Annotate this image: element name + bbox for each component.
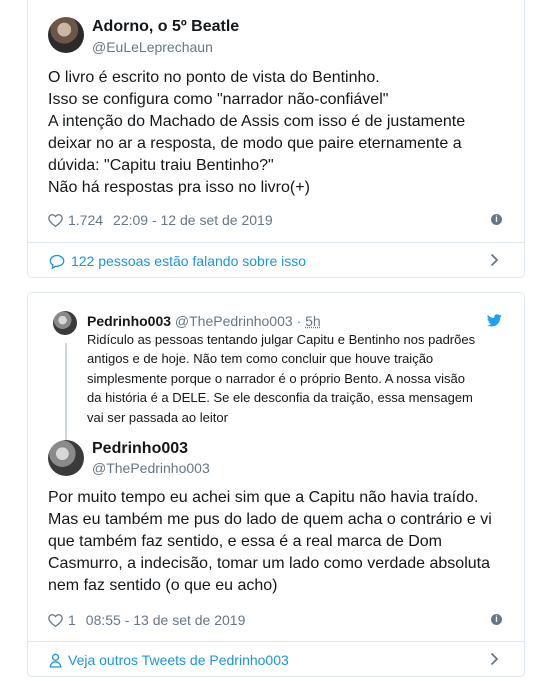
author-handle[interactable]: @EuLeLeprechaun xyxy=(92,39,213,55)
person-icon xyxy=(49,653,62,668)
quoted-author-handle[interactable]: @ThePedrinho003 xyxy=(175,313,293,329)
conversation-link[interactable]: 122 pessoas estão falando sobre isso xyxy=(28,243,524,279)
author-avatar[interactable] xyxy=(48,17,84,53)
separator-dot: · xyxy=(296,313,302,329)
tweet-line: Não há respostas pra isso no livro(+) xyxy=(48,179,310,196)
speech-bubble-icon xyxy=(49,254,65,269)
tweet-meta: 1.724 22:09 - 12 de set de 2019 xyxy=(48,212,273,228)
more-tweets-link[interactable]: Veja outros Tweets de Pedrinho003 xyxy=(28,642,524,678)
more-tweets-label[interactable]: Veja outros Tweets de Pedrinho003 xyxy=(68,652,289,668)
thread-connector xyxy=(65,343,67,447)
quoted-line: Ridículo as pessoas tentando julgar Capi… xyxy=(87,332,476,347)
tweet-line: nem faz sentido (o que eu acho) xyxy=(48,577,278,594)
like-count[interactable]: 1 xyxy=(68,612,76,628)
tweet-line: Isso se configura como "narrador não-con… xyxy=(48,91,389,108)
tweet-line: que também faz sentido, e essa é a real … xyxy=(48,533,442,550)
tweet-line: dúvida: "Capitu traiu Bentinho?" xyxy=(48,157,274,174)
quoted-line: antigos e de hoje. Não tem como concluir… xyxy=(87,351,434,367)
heart-icon[interactable] xyxy=(48,613,63,627)
quoted-line: simplesmente porque o narrador é o própr… xyxy=(87,370,465,386)
tweet-line: Casmurro, a indecisão, tomar um lado com… xyxy=(48,555,490,572)
author-handle[interactable]: @ThePedrinho003 xyxy=(92,460,210,476)
tweet-line: Mas eu também me pus do lado de quem ach… xyxy=(48,511,492,528)
heart-icon[interactable] xyxy=(48,213,63,227)
chevron-right-icon[interactable] xyxy=(490,652,499,669)
tweet-timestamp[interactable]: 22:09 - 12 de set de 2019 xyxy=(113,212,273,228)
conversation-link-label[interactable]: 122 pessoas estão falando sobre isso xyxy=(71,253,306,269)
info-icon[interactable]: i xyxy=(491,614,502,625)
quoted-tweet-age[interactable]: 5h xyxy=(305,313,321,329)
quoted-author-line: Pedrinho003 @ThePedrinho003 · 5h xyxy=(87,313,321,329)
quoted-author-avatar[interactable] xyxy=(53,311,77,335)
quoted-author-name[interactable]: Pedrinho003 xyxy=(87,313,171,329)
info-icon[interactable]: i xyxy=(491,214,502,225)
like-count[interactable]: 1.724 xyxy=(68,212,103,228)
tweet-line: Por muito tempo eu achei sim que a Capit… xyxy=(48,489,479,506)
tweet-timestamp[interactable]: 08:55 - 13 de set de 2019 xyxy=(86,612,246,628)
quoted-line: da história é a DELE. Se ele desconfia d… xyxy=(87,390,473,406)
tweet-text: O livro é escrito no ponto de vista do B… xyxy=(48,67,465,199)
tweet-card-2: Pedrinho003 @ThePedrinho003 · 5h Ridícul… xyxy=(27,292,525,677)
tweet-text: Por muito tempo eu achei sim que a Capit… xyxy=(48,487,492,597)
tweet-meta: 1 08:55 - 13 de set de 2019 xyxy=(48,612,245,628)
tweet-card-1: Adorno, o 5º Beatle @EuLeLeprechaun O li… xyxy=(27,0,525,278)
tweet-line: A intenção do Machado de Assis com isso … xyxy=(48,113,466,130)
chevron-right-icon[interactable] xyxy=(490,253,499,270)
quoted-line: vai ser passada ao leitor xyxy=(87,409,228,425)
quoted-tweet-text: Ridículo as pessoas tentando julgar Capi… xyxy=(87,330,475,427)
author-name[interactable]: Adorno, o 5º Beatle xyxy=(92,18,239,36)
tweet-line: O livro é escrito no ponto de vista do B… xyxy=(48,69,380,86)
author-name[interactable]: Pedrinho003 xyxy=(92,440,188,458)
author-avatar[interactable] xyxy=(48,440,84,476)
tweet-line: deixar no ar a resposta, de modo que pai… xyxy=(48,135,462,152)
twitter-bird-icon[interactable] xyxy=(487,314,502,327)
